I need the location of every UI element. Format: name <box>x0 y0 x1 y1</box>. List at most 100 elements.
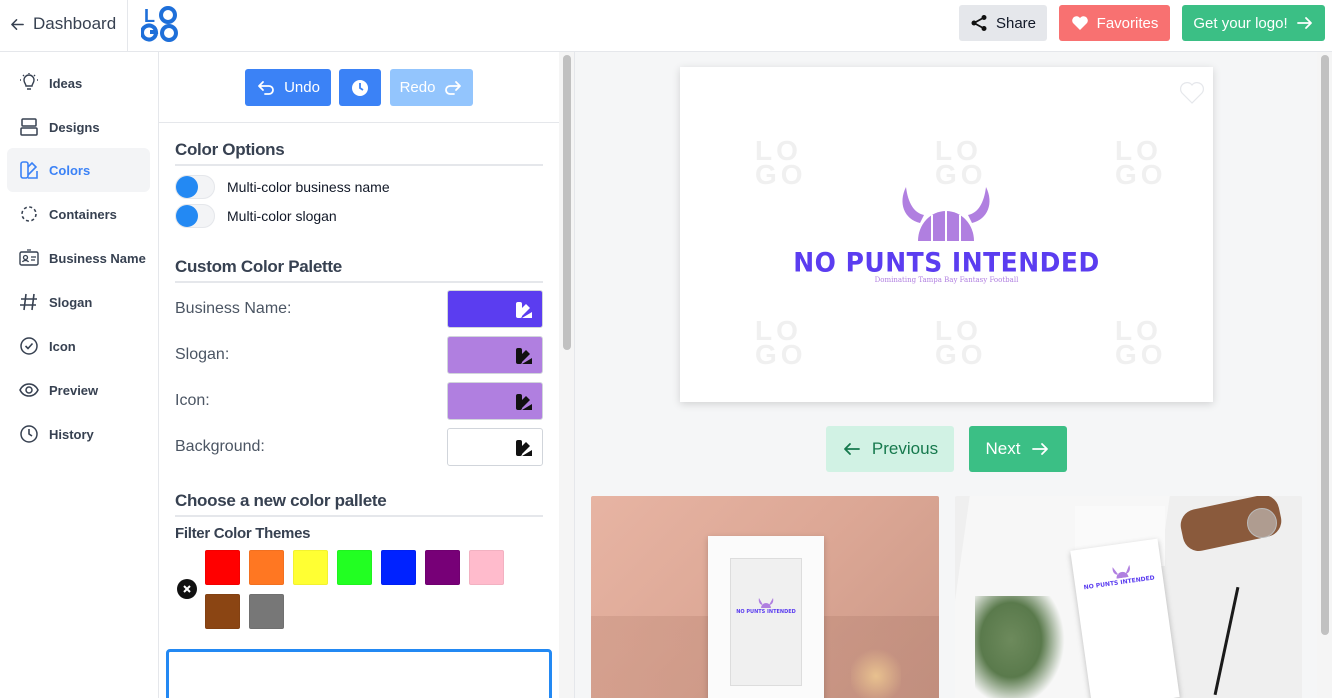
top-divider <box>127 0 128 52</box>
undo-label: Undo <box>284 79 320 96</box>
color-options-panel: Undo Redo Color Options Multi-color busi… <box>159 52 559 698</box>
top-bar: Dashboard L Share Favorites Get your log… <box>0 0 1332 52</box>
stationery-mockup-image[interactable]: NO PUNTS INTENDED <box>955 496 1302 698</box>
icon-color-swatch[interactable] <box>447 382 543 420</box>
share-button[interactable]: Share <box>959 5 1047 41</box>
logo-preview-area: LO GO LO GO LO GO LO GO LO GO LO GO NO PUNTS I… <box>575 52 1317 698</box>
picture-frame: NO PUNTS INTENDED <box>708 536 824 698</box>
palette-preview-card[interactable] <box>166 649 552 698</box>
favorites-button[interactable]: Favorites <box>1059 5 1170 41</box>
previous-button[interactable]: Previous <box>826 426 954 472</box>
custom-palette-title: Custom Color Palette <box>175 257 543 283</box>
logo-slogan: Dominating Tampa Bay Fantasy Football <box>874 276 1019 284</box>
color-picker-icon <box>516 394 532 410</box>
color-filter-yellow[interactable] <box>293 550 328 585</box>
watermark: LO GO <box>935 315 987 370</box>
sidebar-item-history[interactable]: History <box>7 412 150 456</box>
sidebar-item-label: Slogan <box>49 294 93 310</box>
favorite-heart-icon[interactable] <box>1179 81 1205 105</box>
sidebar-item-ideas[interactable]: Ideas <box>7 61 150 105</box>
sidebar-item-label: Containers <box>49 206 117 222</box>
sidebar-item-designs[interactable]: Designs <box>7 105 150 149</box>
svg-text:L: L <box>144 6 155 26</box>
sidebar-item-containers[interactable]: Containers <box>7 192 150 236</box>
redo-icon <box>445 80 462 95</box>
color-row-label: Background: <box>175 438 265 455</box>
sidebar-item-label: Designs <box>49 119 100 135</box>
sidebar-item-icon[interactable]: Icon <box>7 324 150 368</box>
choose-palette-title: Choose a new color pallete <box>175 491 543 517</box>
history-controls: Undo Redo <box>159 52 559 123</box>
undo-icon <box>258 80 274 95</box>
logo-business-name: NO PUNTS INTENDED <box>793 247 1100 278</box>
color-filter-blue[interactable] <box>381 550 416 585</box>
heart-icon <box>1071 16 1088 30</box>
next-button[interactable]: Next <box>969 426 1067 472</box>
get-your-logo-button[interactable]: Get your logo! <box>1182 5 1325 41</box>
sidebar-item-slogan[interactable]: Slogan <box>7 280 150 324</box>
frame-mockup-image[interactable]: NO PUNTS INTENDED <box>591 496 939 698</box>
helmet-mini-icon <box>758 598 774 608</box>
toggle-switch[interactable] <box>175 204 215 228</box>
color-filter-orange[interactable] <box>249 550 284 585</box>
toggle-switch[interactable] <box>175 175 215 199</box>
share-label: Share <box>995 14 1037 32</box>
next-label: Next <box>985 439 1021 458</box>
watermark: LO GO <box>935 135 987 190</box>
business-name-color-swatch[interactable] <box>447 290 543 328</box>
color-filter-purple[interactable] <box>425 550 460 585</box>
arrow-right-icon <box>1296 17 1312 29</box>
back-label: Dashboard <box>33 14 117 33</box>
logo-preview-card[interactable]: LO GO LO GO LO GO LO GO LO GO LO GO NO PUNTS I… <box>680 67 1213 402</box>
get-logo-label: Get your logo! <box>1193 14 1288 32</box>
toggle-label: Multi-color slogan <box>227 208 337 224</box>
color-options-title: Color Options <box>175 140 543 166</box>
toggle-label: Multi-color business name <box>227 179 390 195</box>
color-filter-brown[interactable] <box>205 594 240 629</box>
arrow-left-icon <box>844 443 860 455</box>
color-picker-icon <box>516 440 532 456</box>
filter-themes-label: Filter Color Themes <box>175 525 311 542</box>
slogan-color-row: Slogan: <box>175 336 543 374</box>
color-picker-icon <box>516 348 532 364</box>
history-button[interactable] <box>339 69 381 106</box>
color-row-label: Business Name: <box>175 300 292 317</box>
app-logo[interactable]: L <box>141 5 179 43</box>
color-filter-green[interactable] <box>337 550 372 585</box>
watermark: LO GO <box>1115 135 1167 190</box>
sidebar-item-colors[interactable]: Colors <box>7 148 150 192</box>
lightbulb-icon <box>20 73 38 90</box>
sidebar-item-label: History <box>49 426 94 442</box>
sidebar-item-business-name[interactable]: Business Name <box>7 236 150 280</box>
clear-filter-button[interactable] <box>177 579 197 599</box>
hash-icon <box>20 293 37 311</box>
clock-icon <box>352 79 368 96</box>
color-filter-pink[interactable] <box>469 550 504 585</box>
color-filter-red[interactable] <box>205 550 240 585</box>
slogan-color-swatch[interactable] <box>447 336 543 374</box>
sidebar-item-label: Icon <box>49 338 76 354</box>
back-to-dashboard-link[interactable]: Dashboard <box>10 12 116 36</box>
dashed-circle-icon <box>21 206 37 222</box>
favorites-label: Favorites <box>1096 14 1159 32</box>
business-name-color-row: Business Name: <box>175 290 543 328</box>
multicolor-business-name-toggle[interactable]: Multi-color business name <box>175 174 390 200</box>
undo-button[interactable]: Undo <box>245 69 331 106</box>
sidebar-item-preview[interactable]: Preview <box>7 368 150 412</box>
sidebar-item-label: Business Name <box>49 250 146 266</box>
mockup-business-name: NO PUNTS INTENDED <box>736 609 796 615</box>
sidebar-item-label: Preview <box>49 382 99 398</box>
multicolor-slogan-toggle[interactable]: Multi-color slogan <box>175 203 337 229</box>
arrow-left-icon <box>11 18 24 30</box>
color-filter-gray[interactable] <box>249 594 284 629</box>
background-color-swatch[interactable] <box>447 428 543 466</box>
previous-label: Previous <box>871 439 939 458</box>
arrow-right-icon <box>1032 443 1049 455</box>
background-color-row: Background: <box>175 428 543 466</box>
sidebar: Ideas Designs Colors Containers Business… <box>0 52 159 698</box>
sidebar-item-label: Ideas <box>49 75 83 91</box>
redo-label: Redo <box>399 79 436 96</box>
panel-scrollbar-thumb[interactable] <box>563 55 571 350</box>
page-scrollbar-thumb[interactable] <box>1321 55 1329 635</box>
redo-button[interactable]: Redo <box>390 69 473 106</box>
